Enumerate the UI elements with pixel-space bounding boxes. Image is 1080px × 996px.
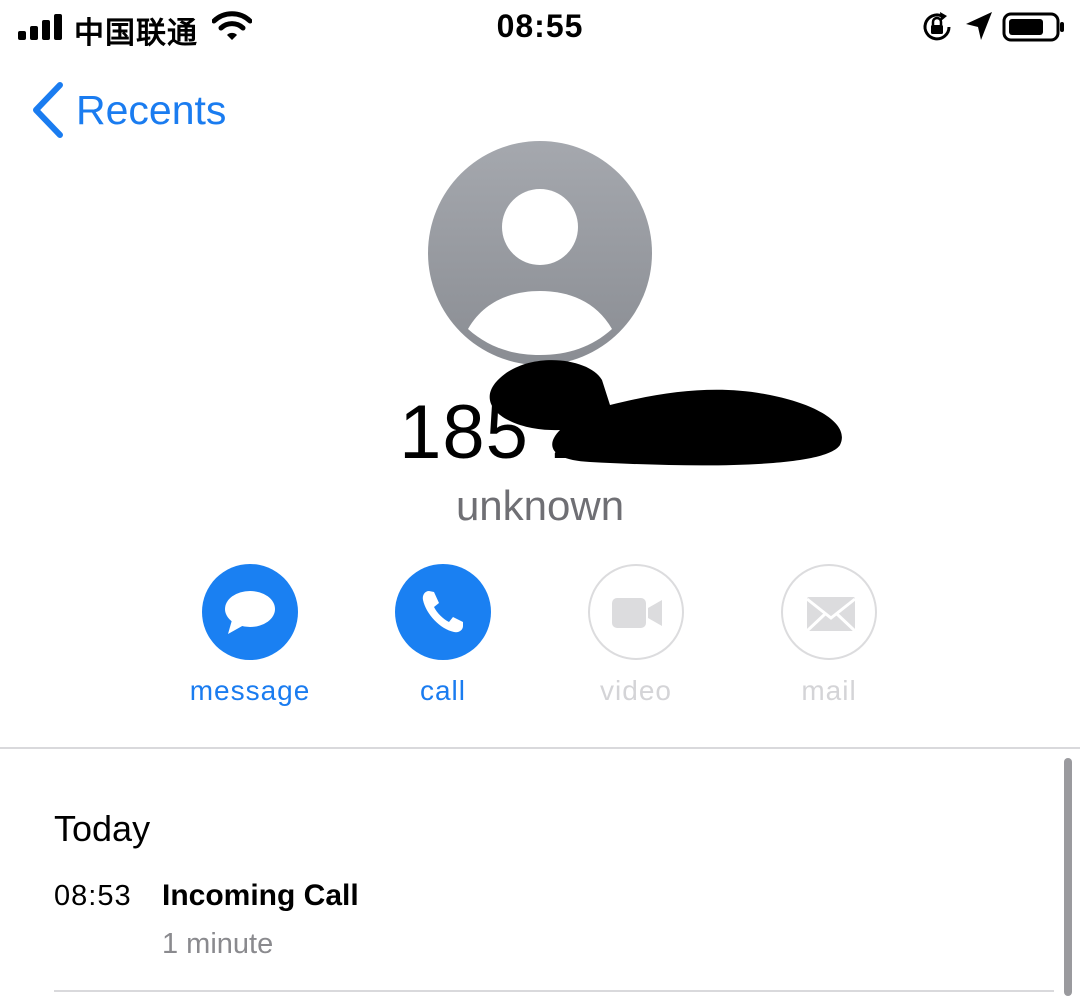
back-button[interactable]: Recents bbox=[30, 80, 226, 140]
mail-button[interactable]: mail bbox=[759, 564, 899, 714]
call-entry-duration: 1 minute bbox=[162, 928, 274, 960]
video-camera-icon bbox=[612, 598, 662, 628]
contact-label: unknown bbox=[455, 482, 625, 529]
battery-icon bbox=[1002, 12, 1064, 42]
back-label: Recents bbox=[76, 86, 227, 133]
status-time: 08:55 bbox=[496, 8, 584, 44]
contact-avatar bbox=[428, 141, 652, 365]
call-label: call bbox=[419, 675, 466, 706]
envelope-icon bbox=[805, 597, 857, 633]
scrollbar[interactable] bbox=[1064, 758, 1072, 996]
person-silhouette-icon bbox=[468, 189, 612, 355]
message-label: message bbox=[189, 675, 311, 706]
section-divider bbox=[0, 747, 1080, 749]
history-section-title: Today bbox=[54, 808, 151, 849]
video-label: video bbox=[600, 675, 672, 706]
status-bar: 中国联通 08:55 bbox=[0, 0, 1080, 56]
orientation-lock-icon bbox=[923, 12, 951, 41]
call-entry-type: Incoming Call bbox=[162, 879, 359, 912]
redaction-scribble bbox=[489, 360, 842, 466]
location-arrow-icon bbox=[966, 12, 992, 40]
call-entry-time: 08:53 bbox=[54, 880, 132, 912]
call-button[interactable]: call bbox=[373, 564, 513, 714]
video-button[interactable]: video bbox=[566, 564, 706, 714]
list-divider bbox=[54, 990, 1054, 992]
phone-icon bbox=[422, 591, 463, 633]
message-button[interactable]: message bbox=[180, 564, 320, 714]
mail-label: mail bbox=[801, 675, 857, 706]
message-bubble-icon bbox=[225, 591, 275, 634]
chevron-left-icon bbox=[33, 82, 63, 138]
